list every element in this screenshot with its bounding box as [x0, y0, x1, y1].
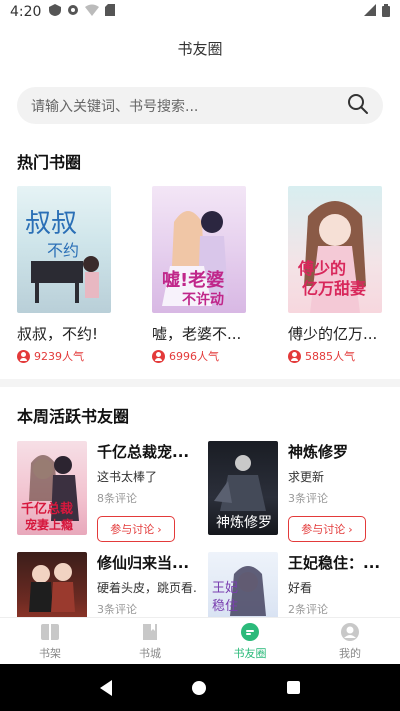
svg-text:千亿总裁: 千亿总裁 [21, 501, 73, 517]
book-cover[interactable]: 嘘!老婆 不许动 [152, 186, 246, 313]
search-input[interactable]: 请输入关键词、书号搜索... [31, 96, 347, 116]
sd-card-icon [105, 4, 116, 20]
week-circle-item[interactable]: 神炼修罗 神炼修罗 求更新 3条评论 参与讨论 › [208, 441, 388, 542]
user-icon [152, 349, 165, 363]
join-discussion-label: 参与讨论 [301, 523, 346, 536]
bookstore-icon [143, 623, 157, 640]
svg-text:王妃: 王妃 [212, 581, 238, 596]
book-cover[interactable]: 千亿总裁 宠妻上瘾 [17, 441, 87, 535]
nav-profile-label: 我的 [339, 646, 361, 660]
popularity-count: 6996人气 [169, 350, 219, 363]
nav-bookshelf-label: 书架 [39, 646, 61, 660]
wifi-off-icon [85, 4, 100, 20]
hot-circle-name[interactable]: 叔叔，不约! [17, 323, 117, 344]
svg-text:不许动: 不许动 [182, 291, 224, 308]
user-icon [17, 349, 30, 363]
latest-comment: 硬着头皮，跳页看... [97, 581, 197, 595]
week-circle-info: 王妃稳住：... 好看 2条评论 [288, 552, 388, 617]
latest-comment: 好看 [288, 581, 313, 595]
hot-circle-name[interactable]: 嘘，老婆不... [152, 323, 252, 344]
svg-text:嘘!老婆: 嘘!老婆 [162, 269, 224, 291]
week-circle-name[interactable]: 千亿总裁宠... [97, 441, 197, 462]
battery-icon [382, 3, 390, 21]
week-circle-name[interactable]: 修仙归来当... [97, 552, 197, 573]
week-circle-info: 神炼修罗 求更新 3条评论 参与讨论 › [288, 441, 388, 542]
bottom-nav: 书架 书城 书友圈 我的 [0, 617, 400, 664]
week-section-title: 本周活跃书友圈 [17, 407, 130, 426]
comment-count: 3条评论 [288, 492, 328, 505]
popularity: 6996人气 [152, 348, 252, 364]
join-discussion-button[interactable]: 参与讨论 › [288, 516, 366, 542]
recent-apps-icon[interactable] [286, 681, 300, 694]
comment-count: 8条评论 [97, 492, 137, 505]
nav-bookshelf[interactable]: 书架 [0, 618, 100, 664]
comment-count: 3条评论 [97, 603, 137, 616]
svg-text:稳住: 稳住 [212, 598, 238, 614]
nav-bookstore[interactable]: 书城 [100, 618, 200, 664]
page-header: 书友圈 [0, 24, 400, 72]
search-icon[interactable] [347, 93, 369, 119]
book-cover[interactable]: 傅少的 亿万甜妻 [288, 186, 382, 313]
popularity-count: 5885人气 [305, 350, 355, 363]
week-circle-item[interactable]: 千亿总裁 宠妻上瘾 千亿总裁宠... 这书太棒了 8条评论 参与讨论 › [17, 441, 197, 542]
svg-text:不约: 不约 [47, 241, 79, 260]
svg-text:傅少的: 傅少的 [297, 259, 346, 278]
hot-circle-item[interactable]: 嘘!老婆 不许动 嘘，老婆不... 6996人气 [152, 186, 252, 364]
svg-text:宠妻上瘾: 宠妻上瘾 [25, 517, 73, 532]
week-circle-info: 千亿总裁宠... 这书太棒了 8条评论 参与讨论 › [97, 441, 197, 542]
popularity-count: 9239人气 [34, 350, 84, 363]
hot-circle-item[interactable]: 叔叔 不约 叔叔，不约! 9239人气 [17, 186, 117, 364]
svg-text:神炼修罗: 神炼修罗 [216, 515, 272, 531]
chevron-right-icon: › [348, 522, 353, 536]
popularity: 5885人气 [288, 348, 388, 364]
search-bar[interactable]: 请输入关键词、书号搜索... [17, 87, 383, 124]
latest-comment: 这书太棒了 [97, 470, 158, 484]
status-bar: 4:20 [0, 0, 400, 24]
nav-book-circle-label: 书友圈 [233, 646, 267, 660]
svg-text:亿万甜妻: 亿万甜妻 [302, 279, 366, 298]
play-protect-icon [49, 4, 62, 20]
nav-bookstore-label: 书城 [139, 646, 161, 660]
chevron-right-icon: › [157, 522, 162, 536]
user-icon [288, 349, 301, 363]
cover-title-art: 叔叔 [25, 209, 77, 239]
nav-book-circle[interactable]: 书友圈 [200, 618, 300, 664]
back-icon[interactable] [100, 679, 113, 696]
section-divider [0, 379, 400, 387]
book-cover[interactable]: 叔叔 不约 [17, 186, 111, 313]
join-discussion-label: 参与讨论 [110, 523, 155, 536]
week-circle-name[interactable]: 神炼修罗 [288, 441, 388, 462]
settings-icon [67, 4, 79, 20]
profile-icon [341, 622, 359, 641]
book-cover[interactable]: 神炼修罗 [208, 441, 278, 535]
comment-count: 2条评论 [288, 603, 328, 616]
signal-icon [364, 4, 376, 20]
hot-circle-name[interactable]: 傅少的亿万... [288, 323, 388, 344]
latest-comment: 求更新 [288, 470, 325, 484]
hot-section-title: 热门书圈 [17, 153, 82, 172]
hot-circle-item[interactable]: 傅少的 亿万甜妻 傅少的亿万... 5885人气 [288, 186, 388, 364]
week-circle-name[interactable]: 王妃稳住：... [288, 552, 388, 573]
page-title: 书友圈 [177, 39, 223, 58]
system-nav-bar [0, 664, 400, 711]
hot-circle-list: 叔叔 不约 叔叔，不约! 9239人气 嘘!老婆 不许动 嘘，老婆不... 69… [17, 186, 400, 366]
home-icon[interactable] [192, 680, 207, 695]
bookshelf-icon [41, 623, 59, 640]
join-discussion-button[interactable]: 参与讨论 › [97, 516, 175, 542]
status-time: 4:20 [10, 4, 42, 20]
chat-bubble-icon [241, 622, 259, 641]
nav-profile[interactable]: 我的 [300, 618, 400, 664]
popularity: 9239人气 [17, 348, 117, 364]
week-circle-info: 修仙归来当... 硬着头皮，跳页看... 3条评论 [97, 552, 197, 617]
